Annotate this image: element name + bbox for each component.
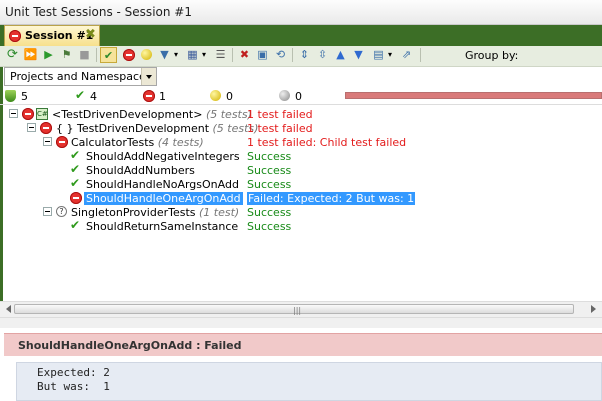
total-count: 5 (21, 90, 28, 103)
show-passed-icon[interactable]: ✔ (100, 47, 117, 63)
tree-node-label: ShouldHandleNoArgsOnAdd (86, 178, 239, 191)
grip-icon: ||| (293, 306, 302, 315)
passed-status-icon (70, 148, 82, 162)
progress-bar (345, 92, 602, 99)
tree-node-label: <TestDrivenDevelopment> (5 tests) (52, 108, 252, 121)
group-by-label: Group by: (465, 49, 519, 62)
expand-all-icon[interactable]: ⇕ (296, 47, 313, 63)
passed-status-icon (70, 218, 82, 232)
window-left-border (0, 25, 3, 325)
export-icon[interactable]: ⇗ (398, 47, 415, 63)
tree-result: 1 test failed (247, 108, 313, 121)
collapse-toggle-icon[interactable] (43, 207, 52, 216)
scroll-right-icon[interactable] (591, 305, 600, 313)
toolbar-separator (96, 48, 97, 62)
tree-node-label: CalculatorTests (4 tests) (71, 136, 204, 149)
collapse-toggle-icon[interactable] (27, 123, 36, 132)
collapse-toggle-icon[interactable] (9, 109, 18, 118)
tab-session-1[interactable]: Session #1 ✖ (4, 25, 100, 46)
show-failed-icon[interactable] (120, 47, 137, 63)
sync-icon[interactable]: ⟲ (272, 47, 289, 63)
failed-status-icon (9, 30, 21, 42)
passed-status-icon (70, 162, 82, 176)
toolbar-separator (420, 48, 421, 62)
toolbar-separator (232, 48, 233, 62)
failed-count: 1 (159, 90, 166, 103)
tab-label: Session #1 (25, 29, 94, 42)
ignored-icon (210, 90, 221, 101)
tree-result: Failed: Expected: 2 But was: 1 (247, 192, 416, 205)
grid-icon[interactable]: ▦ (184, 47, 201, 63)
failed-status-icon (22, 108, 34, 120)
previous-icon[interactable]: ▲ (332, 47, 349, 63)
pane-splitter[interactable] (0, 317, 602, 328)
failed-status-icon (56, 136, 68, 148)
collapse-toggle-icon[interactable] (43, 137, 52, 146)
toolbar: ⟳ ⏩ ▶ ⚑ ■ ✔ ▼ ▾ ▦ ▾ ☰ ✖ ▣ ⟲ ⇕ ⇳ ▲ ▼ ▤ ▾ … (0, 46, 602, 67)
failed-icon (143, 90, 155, 102)
passed-status-icon (70, 176, 82, 190)
tree-node-label: ShouldAddNumbers (86, 164, 195, 177)
progress-bar-fill (346, 93, 601, 98)
toolbar-separator (292, 48, 293, 62)
run-all-icon[interactable]: ⏩ (22, 47, 39, 63)
close-tab-icon[interactable]: ✖ (85, 27, 96, 42)
details-header: ShouldHandleOneArgOnAdd : Failed (4, 333, 602, 356)
horizontal-scrollbar[interactable]: ||| (0, 301, 602, 317)
status-summary: 5 4 1 0 0 (0, 88, 602, 105)
not-run-count: 0 (295, 90, 302, 103)
grouping-combo[interactable]: Projects and Namespaces (4, 67, 157, 86)
remove-icon[interactable]: ✖ (236, 47, 253, 63)
details-title: ShouldHandleOneArgOnAdd : Failed (18, 339, 242, 352)
grouping-combo-value: Projects and Namespaces (10, 70, 152, 83)
ignored-count: 0 (226, 90, 233, 103)
passed-count: 4 (90, 90, 97, 103)
filter-dropdown-icon[interactable]: ▾ (172, 47, 180, 63)
grid-dropdown-icon[interactable]: ▾ (200, 47, 208, 63)
import-icon[interactable]: ▣ (254, 47, 271, 63)
layout-icon[interactable]: ▤ (370, 47, 387, 63)
collapse-all-icon[interactable]: ⇳ (314, 47, 331, 63)
scrollbar-thumb[interactable]: ||| (14, 304, 574, 315)
layout-dropdown-icon[interactable]: ▾ (386, 47, 394, 63)
tree-result: Success (247, 150, 292, 163)
list-icon[interactable]: ☰ (212, 47, 229, 63)
failed-status-icon (70, 192, 82, 204)
tree-node-label: { } TestDrivenDevelopment (5 tests) (56, 122, 259, 135)
debug-icon[interactable]: ⚑ (58, 47, 75, 63)
tree-result: 1 test failed (247, 122, 313, 135)
window-title: Unit Test Sessions - Session #1 (5, 5, 192, 19)
next-icon[interactable]: ▼ (350, 47, 367, 63)
tree-result: Success (247, 220, 292, 233)
passed-icon (75, 88, 87, 102)
window-title-bar: Unit Test Sessions - Session #1 (0, 0, 602, 25)
tree-result: Success (247, 178, 292, 191)
tree-node-label: ShouldReturnSameInstance (86, 220, 239, 233)
tree-node-label: SingletonProviderTests (1 test) (71, 206, 240, 219)
tree-node-label: ShouldAddNegativeIntegers (86, 150, 240, 163)
run-icon[interactable]: ▶ (40, 47, 57, 63)
tree-node-label: ShouldHandleOneArgOnAdd (84, 192, 243, 205)
tree-result: 1 test failed: Child test failed (247, 136, 407, 149)
failed-status-icon (40, 122, 52, 134)
scroll-left-icon[interactable] (2, 305, 11, 313)
filter-icon[interactable]: ▼ (156, 47, 173, 63)
unknown-status-icon: ? (56, 206, 67, 217)
show-ignored-icon[interactable] (138, 47, 155, 63)
chevron-down-icon[interactable] (141, 68, 156, 85)
not-run-icon (279, 90, 290, 101)
tree-result: Success (247, 206, 292, 219)
project-icon: C# (36, 108, 48, 120)
details-text: Expected: 2 But was: 1 (37, 366, 110, 393)
refresh-run-icon[interactable]: ⟳ (4, 47, 21, 63)
details-output: Expected: 2 But was: 1 (16, 362, 602, 401)
stop-icon[interactable]: ■ (76, 47, 93, 63)
tree-result: Success (247, 164, 292, 177)
total-tests-icon (5, 90, 16, 102)
